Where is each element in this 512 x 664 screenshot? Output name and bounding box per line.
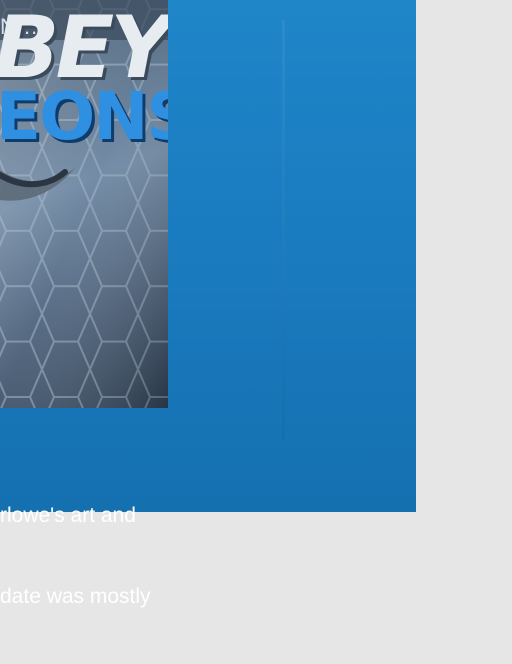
caption-line-1: rlowe's art and — [0, 504, 136, 527]
side-panel — [416, 0, 512, 512]
cover-title-bottom: EONS — [0, 78, 168, 155]
article-panel: N... BEY EONS rlowe's art and date was m… — [0, 0, 416, 608]
caption-line-2: date was mostly — [0, 585, 151, 608]
article-caption: rlowe's art and date was mostly — [0, 448, 200, 664]
screenshot-frame: N... BEY EONS rlowe's art and date was m… — [0, 0, 512, 608]
cover-image: N... BEY EONS — [0, 0, 168, 408]
panel-divider — [282, 20, 285, 440]
